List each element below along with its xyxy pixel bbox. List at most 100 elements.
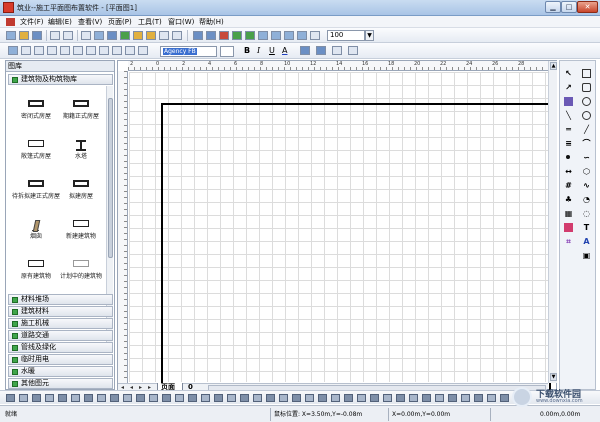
- line-color-icon[interactable]: [300, 46, 310, 55]
- print-preview-icon[interactable]: [159, 31, 169, 40]
- fill-color-icon[interactable]: [316, 46, 326, 55]
- menu-file[interactable]: 文件(F): [20, 17, 44, 27]
- library-shape[interactable]: 敞篷式房屋: [16, 136, 56, 176]
- category-item[interactable]: 施工机械: [8, 318, 113, 329]
- minimize-button[interactable]: ▁: [545, 1, 561, 13]
- symbol-icon[interactable]: [292, 394, 301, 402]
- symbol-icon[interactable]: [110, 394, 119, 402]
- bold-button[interactable]: B: [244, 46, 250, 56]
- font-size-select[interactable]: [220, 46, 234, 57]
- frame-icon[interactable]: [219, 31, 229, 40]
- align-left-icon[interactable]: [8, 46, 18, 55]
- symbol-icon[interactable]: [422, 394, 431, 402]
- symbol-icon[interactable]: [409, 394, 418, 402]
- zoom-in-icon[interactable]: [258, 31, 268, 40]
- line-width-icon[interactable]: [348, 46, 358, 55]
- menu-window[interactable]: 窗口(W): [168, 17, 194, 27]
- menu-tools[interactable]: 工具(T): [138, 17, 162, 27]
- color-block-icon[interactable]: [564, 223, 573, 232]
- road-tool-icon[interactable]: ▦: [564, 209, 573, 218]
- symbol-icon[interactable]: [461, 394, 470, 402]
- symbol-icon[interactable]: [318, 394, 327, 402]
- circle-tool-icon[interactable]: [582, 97, 591, 106]
- distribute-icon[interactable]: [73, 46, 83, 55]
- scroll-down-icon[interactable]: ▼: [550, 373, 557, 381]
- new-file-icon[interactable]: [6, 31, 16, 40]
- menu-view[interactable]: 查看(V): [78, 17, 102, 27]
- group-icon[interactable]: [86, 46, 96, 55]
- image-tool-icon[interactable]: ▣: [582, 251, 591, 260]
- library-shape[interactable]: 水塔: [61, 136, 101, 176]
- arc-tool-icon[interactable]: ⌒: [582, 139, 591, 148]
- library-shape[interactable]: 计划中的建筑物: [60, 256, 102, 296]
- italic-button[interactable]: I: [257, 46, 260, 56]
- symbol-icon[interactable]: [32, 394, 41, 402]
- text-icon[interactable]: [21, 46, 31, 55]
- symbol-icon[interactable]: [214, 394, 223, 402]
- send-back-icon[interactable]: [125, 46, 135, 55]
- freehand-tool-icon[interactable]: ∿: [582, 181, 591, 190]
- grid-icon[interactable]: [193, 31, 203, 40]
- save-icon[interactable]: [32, 31, 42, 40]
- symbol-icon[interactable]: [162, 394, 171, 402]
- plus-icon[interactable]: [133, 31, 143, 40]
- symbol-icon[interactable]: [149, 394, 158, 402]
- zoom-page-icon[interactable]: [297, 31, 307, 40]
- symbol-icon[interactable]: [97, 394, 106, 402]
- pointer-tool-icon[interactable]: ↖: [564, 69, 573, 78]
- line-tool-icon[interactable]: ╱: [582, 125, 591, 134]
- library-shape[interactable]: 拟建房屋: [61, 176, 101, 216]
- cut-icon[interactable]: [81, 31, 91, 40]
- category-item[interactable]: 建筑材料: [8, 306, 113, 317]
- symbol-icon[interactable]: [240, 394, 249, 402]
- pan-hand-icon[interactable]: [310, 31, 320, 40]
- library-shape[interactable]: 烟囱: [16, 216, 56, 256]
- tree-tool-icon[interactable]: ♣: [564, 195, 573, 204]
- align-middle-icon[interactable]: [47, 46, 57, 55]
- text-tool-icon[interactable]: T: [582, 223, 591, 232]
- menu-page[interactable]: 页面(P): [108, 17, 132, 27]
- underline-button[interactable]: U: [269, 46, 275, 56]
- scroll-up-icon[interactable]: ▲: [550, 62, 557, 70]
- symbol-icon[interactable]: [6, 394, 15, 402]
- polygon-tool-icon[interactable]: ⬡: [582, 167, 591, 176]
- symbol-icon[interactable]: [45, 394, 54, 402]
- maximize-button[interactable]: □: [561, 1, 577, 13]
- category-item[interactable]: 材料堆场: [8, 294, 113, 305]
- spiral-tool-icon[interactable]: ◌: [582, 209, 591, 218]
- symbol-icon[interactable]: [487, 394, 496, 402]
- symbol-icon[interactable]: [305, 394, 314, 402]
- layer-stack-icon[interactable]: [232, 31, 242, 40]
- symbol-icon[interactable]: [448, 394, 457, 402]
- curve-tool-icon[interactable]: ∽: [582, 153, 591, 162]
- library-shape[interactable]: 待拆拟建正式房屋: [12, 176, 60, 216]
- polyline-tool-icon[interactable]: ═: [564, 125, 573, 134]
- symbol-icon[interactable]: [84, 394, 93, 402]
- select-icon[interactable]: [120, 31, 130, 40]
- rounded-rect-tool-icon[interactable]: [582, 83, 591, 92]
- line-style-icon[interactable]: [332, 46, 342, 55]
- symbol-icon[interactable]: [357, 394, 366, 402]
- align-bottom-icon[interactable]: [60, 46, 70, 55]
- symbol-icon[interactable]: [266, 394, 275, 402]
- zoom-out-icon[interactable]: [271, 31, 281, 40]
- vertical-scrollbar[interactable]: ▲ ▼: [548, 61, 557, 383]
- symbol-icon[interactable]: [123, 394, 132, 402]
- symbol-icon[interactable]: [396, 394, 405, 402]
- symbol-icon[interactable]: [500, 394, 509, 402]
- ellipse-tool-icon[interactable]: [582, 111, 591, 120]
- undo-icon[interactable]: [50, 31, 60, 40]
- dimension-tool-icon[interactable]: ↔: [564, 167, 573, 176]
- close-button[interactable]: ✕: [577, 1, 598, 13]
- print-icon[interactable]: [172, 31, 182, 40]
- shape-icon[interactable]: [245, 31, 255, 40]
- rectangle-tool-icon[interactable]: [582, 69, 591, 78]
- copy-icon[interactable]: [94, 31, 104, 40]
- library-shape[interactable]: 新建建筑物: [61, 216, 101, 256]
- double-line-tool-icon[interactable]: ≡: [564, 139, 573, 148]
- library-shape[interactable]: 期籍正式房屋: [61, 96, 101, 136]
- minus-icon[interactable]: [146, 31, 156, 40]
- layers-icon[interactable]: [206, 31, 216, 40]
- symbol-icon[interactable]: [383, 394, 392, 402]
- paste-icon[interactable]: [107, 31, 117, 40]
